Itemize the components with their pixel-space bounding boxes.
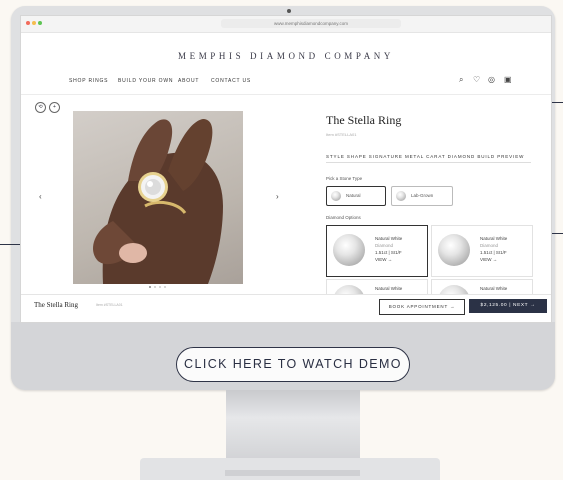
monitor-stand [226, 390, 360, 460]
stone-type-label-lab-grown: Lab-Grown [411, 193, 434, 198]
book-appointment-button[interactable]: BOOK APPOINTMENT → [379, 299, 465, 315]
sticky-product-sub: Item #STELLA01 [96, 303, 123, 307]
option-view-link[interactable]: VIEW → [480, 256, 507, 263]
monitor-base [140, 458, 440, 480]
brand-logo[interactable]: MEMPHIS DIAMOND COMPANY [21, 51, 551, 61]
option-name: Natural White [480, 236, 508, 241]
heart-icon[interactable]: ♡ [473, 75, 480, 84]
price-next-button[interactable]: $2,125.00 | NEXT → [469, 299, 547, 313]
watch-demo-button[interactable]: CLICK HERE TO WATCH DEMO [176, 347, 410, 382]
option-view-link[interactable]: VIEW → [375, 256, 402, 263]
stone-type-natural[interactable]: Natural [326, 186, 386, 206]
minimize-dot-icon[interactable] [32, 21, 36, 25]
builder-steps[interactable]: STYLE SHAPE SIGNATURE METAL CARAT DIAMON… [326, 154, 524, 159]
option-name: Natural White [375, 236, 403, 241]
carousel-dot[interactable] [159, 286, 161, 288]
monitor-base-slot [225, 470, 360, 476]
diamond-image [333, 234, 365, 266]
diamond-options-label: Diamond Options [326, 215, 361, 220]
screen: www.memphisdiamondcompany.com MEMPHIS DI… [20, 15, 552, 323]
camera-dot [287, 9, 291, 13]
user-icon[interactable]: ◎ [488, 75, 495, 84]
diamond-icon [396, 191, 406, 201]
nav-divider [21, 94, 551, 95]
option-name: Natural White [480, 286, 508, 291]
nav-about[interactable]: ABOUT [178, 78, 199, 84]
stone-type-lab-grown[interactable]: Lab-Grown [391, 186, 453, 206]
hand-with-ring-image [93, 119, 223, 284]
diamond-option-card[interactable]: Natural White Diamond 1.51ct | SI1/F VIE… [326, 225, 428, 277]
diamond-icon [331, 191, 341, 201]
sticky-product-name: The Stella Ring [34, 301, 78, 309]
search-icon[interactable]: ⌕ [459, 75, 463, 85]
maximize-dot-icon[interactable] [38, 21, 42, 25]
product-subtitle: Item #STELLA01 [326, 132, 357, 137]
url-bar[interactable]: www.memphisdiamondcompany.com [221, 19, 401, 28]
stone-type-label: Pick a Stone Type [326, 176, 363, 181]
nav-build-your-own[interactable]: BUILD YOUR OWN [118, 78, 173, 84]
option-spec: 1.51ct | SI1/F [480, 250, 507, 255]
option-sub: Diamond [480, 243, 499, 248]
view-360-icon[interactable]: ⟲ [35, 102, 46, 113]
diamond-image [438, 234, 470, 266]
product-title: The Stella Ring [326, 113, 402, 127]
carousel-dot[interactable] [149, 286, 151, 288]
diamond-option-card[interactable]: Natural White Diamond 1.51ct | SI1/F VIE… [431, 225, 533, 277]
close-dot-icon[interactable] [26, 21, 30, 25]
carousel-dot[interactable] [154, 286, 156, 288]
browser-toolbar: www.memphisdiamondcompany.com [21, 16, 551, 33]
stone-type-label-natural: Natural [346, 193, 361, 198]
option-name: Natural White [375, 286, 403, 291]
carousel-dot[interactable] [164, 286, 166, 288]
next-image-arrow-icon[interactable]: › [276, 192, 279, 201]
nav-contact-us[interactable]: CONTACT US [211, 78, 251, 84]
steps-divider [326, 162, 531, 163]
zoom-icon[interactable]: + [49, 102, 60, 113]
bag-icon[interactable]: ▣ [504, 75, 512, 84]
product-photo [73, 111, 243, 284]
option-spec: 1.51ct | SI1/F [375, 250, 402, 255]
option-sub: Diamond [375, 243, 394, 248]
nav-shop-rings[interactable]: SHOP RINGS [69, 78, 108, 84]
prev-image-arrow-icon[interactable]: ‹ [39, 192, 42, 201]
